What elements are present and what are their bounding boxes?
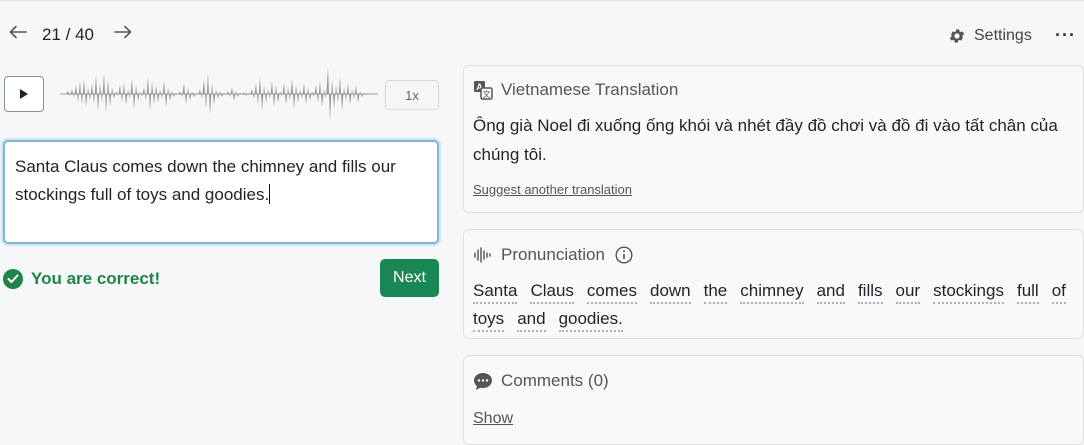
pronunciation-word[interactable]: fills [857,280,883,304]
translate-icon: A 文 [474,81,493,100]
settings-button[interactable]: Settings [948,27,1032,45]
audio-waveform[interactable] [60,65,380,123]
pronunciation-word[interactable]: and [517,308,546,332]
comments-title: Comments (0) [501,371,609,390]
pronunciation-word[interactable]: our [895,280,921,304]
translation-card: A 文 Vietnamese Translation Ông già Noel … [463,65,1084,213]
play-icon [20,89,28,99]
pronunciation-word[interactable]: chimney [740,280,804,304]
comments-card: Comments (0) Show [463,355,1084,445]
settings-label: Settings [974,27,1032,44]
more-options-button[interactable]: ··· [1055,25,1076,46]
pronunciation-header: Pronunciation [473,245,633,265]
audio-wave-icon [474,247,491,263]
comments-header: Comments (0) [473,371,609,391]
check-circle-icon [3,269,23,289]
correct-feedback: You are correct! [3,269,160,289]
answer-text: Santa Claus comes down the chimney and f… [15,157,396,204]
pronunciation-card: Pronunciation Santa Claus comes down the chim… [463,229,1084,339]
correct-text: You are correct! [31,269,161,288]
pronunciation-words: Santa Claus comes down the chimney and fills our… [473,280,1079,332]
show-comments-link[interactable]: Show [473,410,513,428]
exercise-counter: 21 / 40 [42,25,94,44]
translation-text: Ông già Noel đi xuống ống khói và nhét đ… [473,116,1058,164]
pronunciation-word[interactable]: down [649,280,691,304]
chat-bubble-icon [474,372,492,390]
pronunciation-word[interactable]: toys [473,308,505,332]
prev-button[interactable] [9,23,27,43]
pronunciation-word[interactable]: of [1051,280,1066,304]
gear-icon [949,29,965,43]
arrow-left-icon [9,25,27,39]
next-button[interactable]: Next [380,259,439,297]
suggest-translation-link[interactable]: Suggest another translation [473,182,632,197]
translation-title: Vietnamese Translation [501,80,679,99]
answer-input[interactable]: Santa Claus comes down the chimney and f… [3,140,439,244]
play-button[interactable] [4,76,44,112]
pronunciation-word[interactable]: stockings [933,280,1004,304]
next-arrow-button[interactable] [114,23,132,43]
pronunciation-word[interactable]: comes [586,280,637,304]
info-icon[interactable] [615,246,633,264]
pronunciation-word[interactable]: Santa [473,280,518,304]
svg-text:文: 文 [483,89,491,99]
pronunciation-word[interactable]: and [816,280,845,304]
pronunciation-word[interactable]: goodies. [558,308,623,332]
pronunciation-title: Pronunciation [501,245,605,264]
arrow-right-icon [114,25,132,39]
text-caret [269,184,271,204]
playback-speed-button[interactable]: 1x [385,80,439,110]
translation-header: A 文 Vietnamese Translation [473,80,678,100]
pronunciation-word[interactable]: the [703,280,728,304]
pronunciation-word[interactable]: Claus [530,280,574,304]
pronunciation-word[interactable]: full [1016,280,1039,304]
